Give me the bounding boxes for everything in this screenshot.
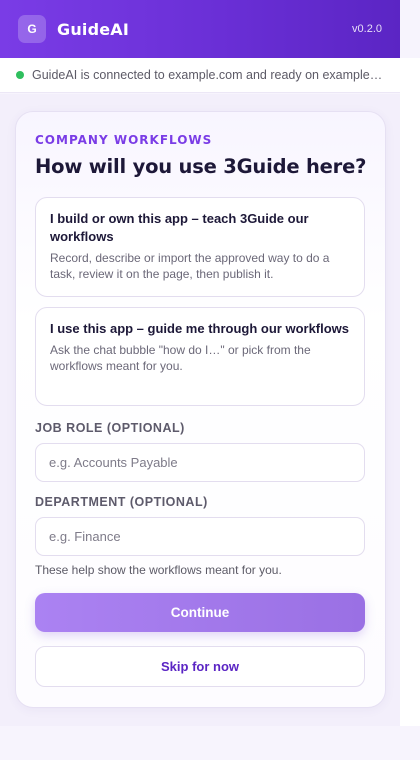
connection-status-bar: GuideAI is connected to example.com and … — [0, 58, 400, 93]
job-role-label: JOB ROLE (OPTIONAL) — [35, 421, 185, 435]
continue-button[interactable]: Continue — [35, 593, 365, 632]
option-builder-title: I build or own this app – teach 3Guide o… — [50, 211, 309, 244]
help-text: These help show the workflows meant for … — [35, 563, 282, 577]
section-eyebrow: COMPANY WORKFLOWS — [35, 133, 213, 147]
job-role-input[interactable] — [35, 443, 365, 482]
app-logo-icon: G — [18, 15, 46, 43]
option-user[interactable]: I use this app – guide me through our wo… — [35, 307, 365, 406]
logo-letter: G — [27, 22, 37, 36]
page-title: How will you use 3Guide here? — [35, 155, 367, 178]
department-label: DEPARTMENT (OPTIONAL) — [35, 495, 208, 509]
option-builder[interactable]: I build or own this app – teach 3Guide o… — [35, 197, 365, 297]
department-input[interactable] — [35, 517, 365, 556]
app-header: G GuideAI v0.2.0 — [0, 0, 400, 58]
option-user-description: Ask the chat bubble "how do I…" or pick … — [50, 343, 311, 373]
app-title: GuideAI — [57, 19, 130, 39]
skip-button[interactable]: Skip for now — [35, 646, 365, 687]
option-builder-description: Record, describe or import the approved … — [50, 251, 330, 281]
status-text: GuideAI is connected to example.com and … — [32, 68, 384, 82]
version-label: v0.2.0 — [352, 23, 382, 35]
scrollbar[interactable] — [400, 58, 420, 726]
bottom-strip — [0, 726, 420, 760]
option-user-title: I use this app – guide me through our wo… — [50, 321, 350, 336]
status-indicator-icon — [16, 71, 24, 79]
